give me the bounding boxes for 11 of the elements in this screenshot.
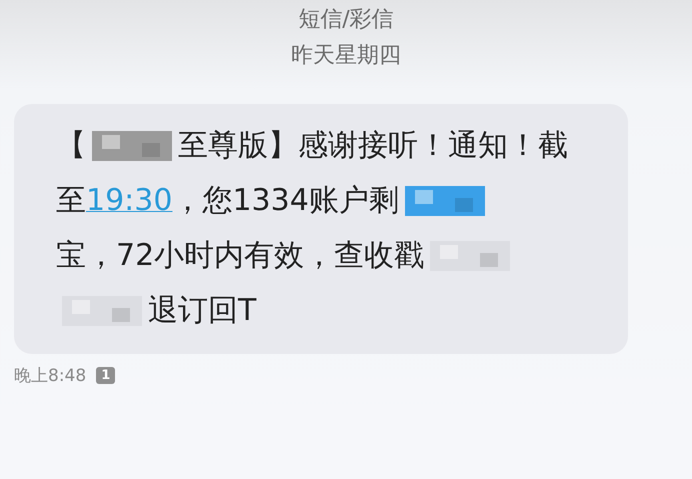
message-text: 至尊版】感谢接听！通知！截 — [178, 127, 568, 165]
message-text: 至 — [56, 182, 86, 220]
message-text: 宝，72小时内有效，查收戳 — [56, 237, 424, 275]
message-text: 退订回T — [148, 292, 256, 330]
conversation-title: 短信/彩信 — [298, 6, 394, 34]
time-link[interactable]: 19:30 — [86, 183, 172, 218]
date-label: 昨天星期四 — [291, 42, 401, 70]
message-text: ，您1334账户剩 — [172, 182, 399, 220]
message-text: 【 — [56, 127, 86, 165]
message-time: 晚上8:48 — [14, 365, 86, 387]
sim-badge: 1 — [96, 367, 116, 384]
